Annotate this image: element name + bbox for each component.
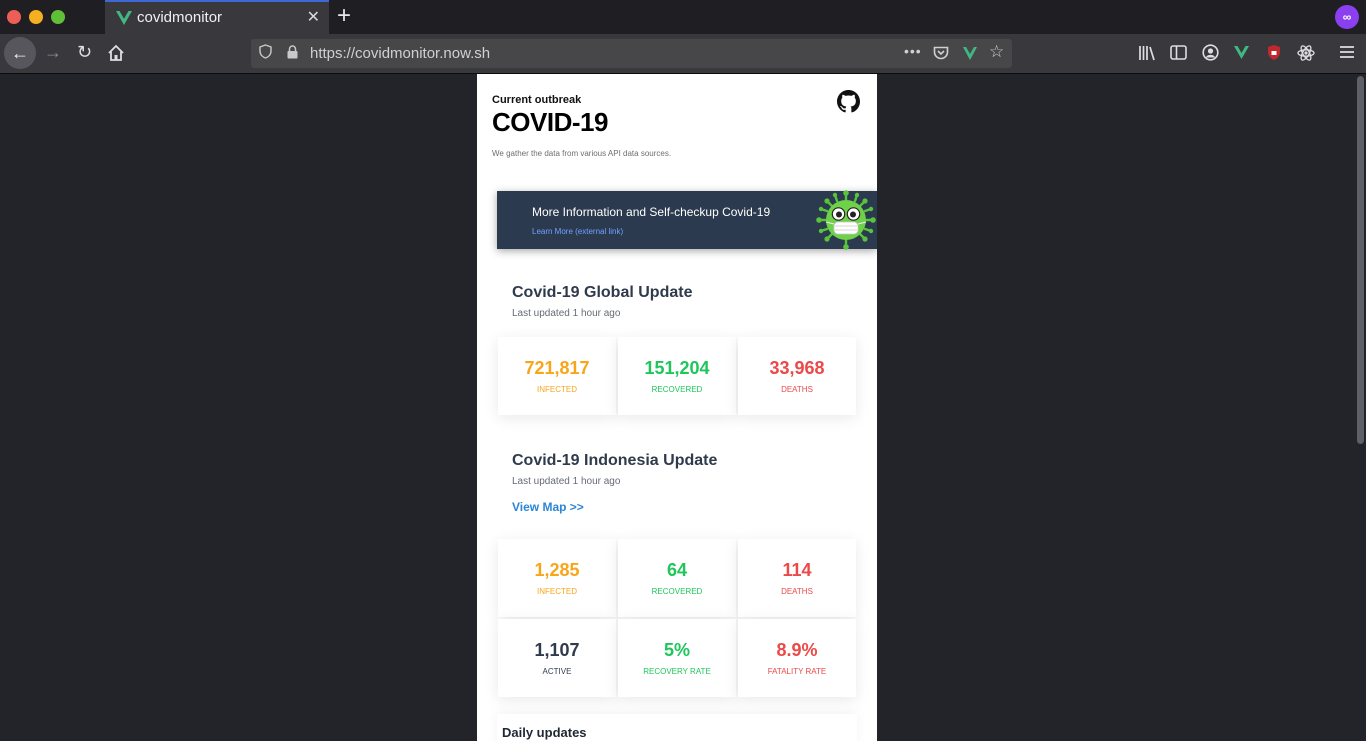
virus-mascot-icon: [816, 190, 876, 250]
indonesia-deaths-card: 114 DEATHS: [738, 539, 856, 617]
stat-value: 114: [782, 560, 812, 580]
address-bar[interactable]: https://covidmonitor.now.sh ••• ☆: [251, 39, 1012, 68]
stat-value: 1,285: [534, 560, 580, 580]
private-browsing-icon: ∞: [1335, 5, 1359, 29]
indonesia-fatality-rate-card: 8.9% FATALITY RATE: [738, 619, 856, 697]
tab-title: covidmonitor: [137, 9, 223, 26]
maximize-window-button[interactable]: [51, 10, 65, 24]
stat-value: 5%: [663, 640, 690, 660]
learn-more-link[interactable]: Learn More (external link): [532, 227, 623, 236]
stat-label: ACTIVE: [542, 667, 572, 676]
stat-label: RECOVERY RATE: [643, 667, 711, 676]
stat-value: 33,968: [769, 358, 825, 378]
back-button[interactable]: ←: [4, 37, 36, 69]
vue-extension-icon[interactable]: [1233, 45, 1250, 60]
global-recovered-card: 151,204 RECOVERED: [618, 337, 736, 415]
scrollbar-thumb[interactable]: [1357, 76, 1364, 444]
info-banner[interactable]: More Information and Self-checkup Covid-…: [497, 190, 877, 250]
data-sources-note: We gather the data from various API data…: [492, 149, 672, 158]
tracking-protection-icon[interactable]: [259, 44, 272, 59]
stat-label: FATALITY RATE: [767, 667, 827, 676]
library-icon[interactable]: [1138, 45, 1156, 61]
global-deaths-card: 33,968 DEATHS: [738, 337, 856, 415]
stat-label: INFECTED: [537, 587, 577, 596]
bookmark-star-icon[interactable]: ☆: [989, 42, 1004, 62]
close-window-button[interactable]: [7, 10, 21, 24]
new-tab-button[interactable]: +: [337, 3, 351, 29]
github-icon[interactable]: [837, 90, 860, 113]
view-map-link[interactable]: View Map >>: [512, 500, 584, 514]
pocket-icon[interactable]: [933, 46, 949, 61]
hamburger-menu-icon[interactable]: [1339, 45, 1355, 59]
url-text[interactable]: https://covidmonitor.now.sh: [310, 45, 490, 62]
stat-label: DEATHS: [781, 587, 813, 596]
close-tab-icon[interactable]: ✕: [307, 8, 320, 28]
stat-value: 64: [666, 560, 688, 580]
indonesia-active-card: 1,107 ACTIVE: [498, 619, 616, 697]
stat-label: DEATHS: [781, 385, 813, 394]
stat-value: 8.9%: [776, 640, 818, 660]
ublock-shield-icon[interactable]: [1267, 44, 1281, 61]
vue-devtools-icon[interactable]: [962, 46, 978, 61]
outbreak-label: Current outbreak: [492, 94, 582, 106]
navigation-toolbar: ← → ↻ https://covidmonitor.now.sh ••• ☆: [0, 34, 1366, 74]
account-icon[interactable]: [1202, 44, 1219, 61]
minimize-window-button[interactable]: [29, 10, 43, 24]
home-button[interactable]: [107, 44, 125, 62]
banner-title: More Information and Self-checkup Covid-…: [532, 205, 771, 219]
indonesia-infected-card: 1,285 INFECTED: [498, 539, 616, 617]
page-actions-icon[interactable]: •••: [904, 43, 922, 59]
react-devtools-icon[interactable]: [1297, 44, 1315, 62]
stat-value: 151,204: [644, 358, 710, 378]
daily-updates-title: Daily updates: [502, 725, 587, 740]
global-last-updated: Last updated 1 hour ago: [512, 308, 621, 319]
vue-favicon-icon: [116, 11, 132, 25]
page-header: Current outbreak COVID-19 We gather the …: [492, 94, 862, 158]
stat-label: INFECTED: [537, 385, 577, 394]
page-title: COVID-19: [492, 107, 608, 137]
global-infected-card: 721,817 INFECTED: [498, 337, 616, 415]
page-viewport: Current outbreak COVID-19 We gather the …: [477, 74, 877, 741]
stat-value: 721,817: [524, 358, 590, 378]
sidebar-icon[interactable]: [1170, 45, 1187, 60]
indonesia-recovery-rate-card: 5% RECOVERY RATE: [618, 619, 736, 697]
indonesia-update-title: Covid-19 Indonesia Update: [512, 452, 718, 469]
tab-bar: covidmonitor ✕ + ∞: [0, 0, 1366, 34]
browser-tab[interactable]: covidmonitor ✕: [105, 0, 329, 34]
stat-label: RECOVERED: [651, 385, 703, 394]
indonesia-last-updated: Last updated 1 hour ago: [512, 476, 621, 487]
global-update-title: Covid-19 Global Update: [512, 284, 693, 301]
stat-label: RECOVERED: [651, 587, 703, 596]
indonesia-recovered-card: 64 RECOVERED: [618, 539, 736, 617]
reload-button[interactable]: ↻: [77, 41, 92, 63]
lock-icon[interactable]: [287, 45, 298, 59]
stat-value: 1,107: [534, 640, 580, 660]
forward-button[interactable]: →: [44, 41, 62, 63]
